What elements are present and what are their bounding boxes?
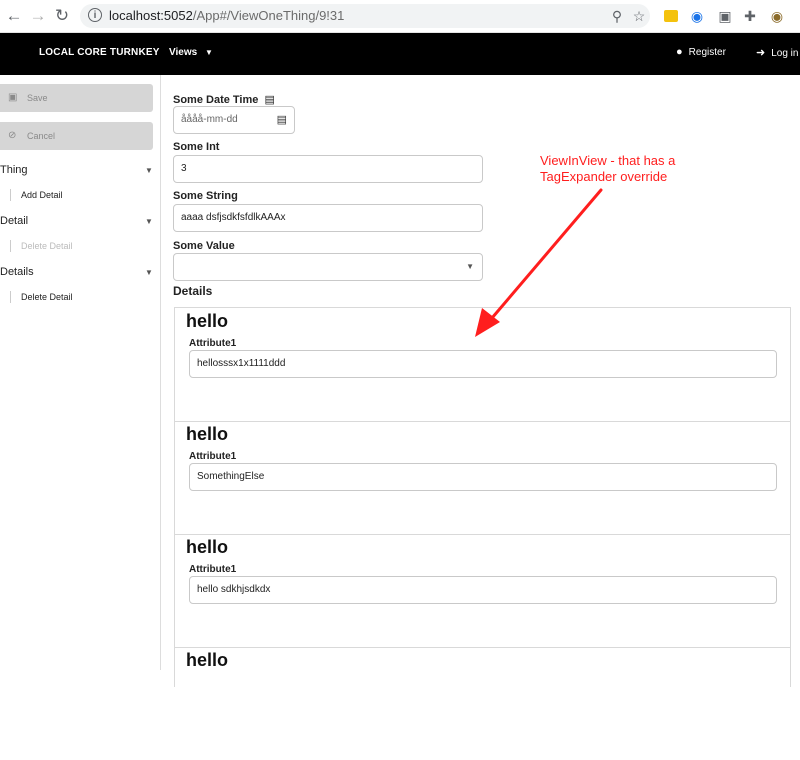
url-text: localhost:5052/App#/ViewOneThing/9!31	[109, 8, 344, 23]
detail-card: hello Attribute1 hello sdkhjsdkdx	[175, 534, 790, 648]
login-icon: ➜	[756, 47, 766, 59]
date-label-text: Some Date Time	[173, 94, 259, 106]
detail-card: hello Attribute1 hellosssx1x1111ddd	[175, 308, 790, 422]
sidebar-group-label: Details	[0, 266, 34, 278]
browser-toolbar: ← → ↻ i localhost:5052/App#/ViewOneThing…	[0, 0, 800, 33]
register-link[interactable]: ● Register	[676, 46, 726, 58]
sidebar: ▣ Save ⊘ Cancel Thing ▼ Add Detail Detai…	[0, 75, 161, 670]
tree-line	[10, 189, 11, 201]
cancel-label: Cancel	[27, 131, 56, 141]
int-input[interactable]: 3	[173, 155, 483, 183]
forward-arrow-icon[interactable]: →	[28, 6, 48, 26]
attribute-input[interactable]: SomethingElse	[189, 463, 777, 491]
sidebar-group-details[interactable]: Details ▼	[0, 266, 155, 278]
caret-down-icon: ▼	[204, 48, 213, 57]
bookmark-star-icon[interactable]: ☆	[630, 7, 648, 25]
sidebar-group-thing[interactable]: Thing ▼	[0, 164, 155, 176]
back-arrow-icon[interactable]: ←	[4, 6, 24, 26]
app-header: LOCAL CORE TURNKEY Views ▼ ● Register ➜ Lo…	[0, 33, 800, 75]
date-placeholder: åååå-mm-dd	[181, 114, 238, 125]
detail-card: hello Attribute1 SomethingElse	[175, 421, 790, 535]
value-select[interactable]: ▼	[173, 253, 483, 281]
attribute-input[interactable]: hello sdkhjsdkdx	[189, 576, 777, 604]
chevron-down-icon: ▼	[145, 268, 153, 277]
register-label: Register	[688, 47, 726, 58]
calendar-picker-icon[interactable]: ▤	[277, 107, 287, 133]
annotation-line-1: ViewInView - that has a	[540, 153, 676, 168]
detail-card: hello	[175, 647, 790, 760]
details-list: hello Attribute1 hellosssx1x1111ddd hell…	[174, 307, 791, 687]
extension-1-icon[interactable]	[664, 10, 678, 22]
attribute-input[interactable]: hellosssx1x1111ddd	[189, 350, 777, 378]
sidebar-group-label: Thing	[0, 164, 28, 176]
views-label: Views	[169, 47, 198, 58]
annotation-callout: ViewInView - that has a TagExpander over…	[540, 153, 675, 185]
brand-title[interactable]: LOCAL CORE TURNKEY	[39, 47, 160, 58]
save-button[interactable]: ▣ Save	[0, 84, 153, 112]
int-label: Some Int	[173, 141, 220, 153]
detail-title: hello	[186, 311, 229, 331]
tree-line	[10, 240, 11, 252]
zoom-icon[interactable]: ⚲	[608, 7, 626, 25]
cancel-icon: ⊘	[8, 130, 17, 141]
address-bar[interactable]: i localhost:5052/App#/ViewOneThing/9!31 …	[80, 4, 650, 28]
extensions-puzzle-icon[interactable]: ✚	[741, 7, 759, 25]
sidebar-item-delete-detail[interactable]: Delete Detail	[21, 292, 73, 302]
sidebar-group-label: Detail	[0, 215, 29, 227]
views-menu[interactable]: Views ▼	[169, 47, 213, 58]
url-host: localhost:5052	[109, 8, 193, 23]
annotation-line-2: TagExpander override	[540, 169, 668, 184]
value-label: Some Value	[173, 240, 235, 252]
arrow-line	[490, 188, 603, 320]
account-icon: ●	[676, 46, 683, 58]
chevron-down-icon: ▼	[145, 166, 153, 175]
attribute-label: Attribute1	[189, 451, 237, 462]
login-label: Log in	[771, 48, 799, 59]
extension-3-icon[interactable]: ▣	[716, 7, 734, 25]
sidebar-item-add-detail[interactable]: Add Detail	[21, 190, 63, 200]
login-link[interactable]: ➜ Log in	[756, 46, 798, 59]
save-icon: ▣	[8, 92, 18, 103]
calendar-icon: ▤	[264, 94, 275, 106]
info-icon[interactable]: i	[88, 8, 102, 22]
reload-icon[interactable]: ↻	[52, 6, 72, 26]
tree-line	[10, 291, 11, 303]
extension-2-icon[interactable]: ◉	[688, 7, 706, 25]
date-label: Some Date Time ▤	[173, 93, 275, 106]
string-input[interactable]: aaaa dsfjsdkfsfdlkAAAx	[173, 204, 483, 232]
detail-title: hello	[186, 424, 229, 444]
details-title: Details	[173, 284, 213, 298]
chevron-down-icon: ▼	[466, 262, 474, 271]
detail-title: hello	[186, 650, 229, 670]
attribute-label: Attribute1	[189, 338, 237, 349]
sidebar-item-delete-detail-disabled: Delete Detail	[21, 241, 73, 251]
save-label: Save	[27, 93, 48, 103]
url-path: /App#/ViewOneThing/9!31	[192, 8, 345, 23]
cancel-button[interactable]: ⊘ Cancel	[0, 122, 153, 150]
chevron-down-icon: ▼	[145, 217, 153, 226]
string-label: Some String	[173, 190, 238, 202]
sidebar-group-detail[interactable]: Detail ▼	[0, 215, 155, 227]
date-input[interactable]: åååå-mm-dd ▤	[173, 106, 295, 134]
attribute-label: Attribute1	[189, 564, 237, 575]
detail-title: hello	[186, 537, 229, 557]
profile-avatar-icon[interactable]: ◉	[768, 7, 786, 25]
